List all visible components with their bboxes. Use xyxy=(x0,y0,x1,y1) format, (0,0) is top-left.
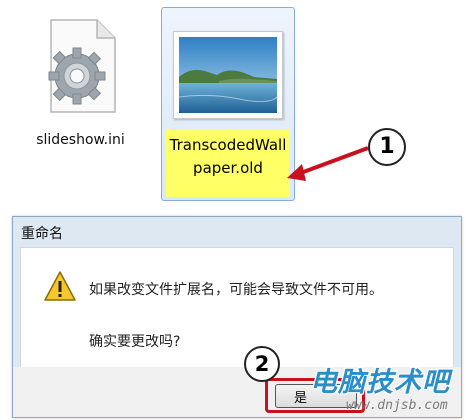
file-item-transcoded-wallpaper[interactable]: TranscodedWall paper.old xyxy=(161,7,295,201)
file-name-line2: paper.old xyxy=(193,159,263,177)
file-name-line1: TranscodedWall xyxy=(169,136,287,154)
callout-step-2: 2 xyxy=(244,346,280,382)
settings-file-icon xyxy=(48,19,116,113)
dialog-message: 如果改变文件扩展名，可能会导致文件不可用。 xyxy=(89,282,383,298)
file-item-slideshow-ini[interactable]: slideshow.ini xyxy=(18,8,143,158)
callout-step-1: 1 xyxy=(368,128,406,166)
watermark-url: www.dnjsb.com xyxy=(346,398,448,413)
watermark: 电脑技术吧 www.dnjsb.com xyxy=(306,360,472,418)
dialog-question: 确实要更改吗? xyxy=(89,334,181,350)
file-name-label: slideshow.ini xyxy=(36,132,125,148)
warning-icon xyxy=(44,271,76,301)
watermark-title: 电脑技术吧 xyxy=(310,367,450,398)
rename-textbox[interactable]: TranscodedWall paper.old xyxy=(166,129,290,197)
dialog-title: 重命名 xyxy=(21,226,63,242)
image-thumbnail-icon xyxy=(173,31,283,119)
file-explorer-view: slideshow.ini TranscodedWall paper.old 1 xyxy=(0,0,473,210)
